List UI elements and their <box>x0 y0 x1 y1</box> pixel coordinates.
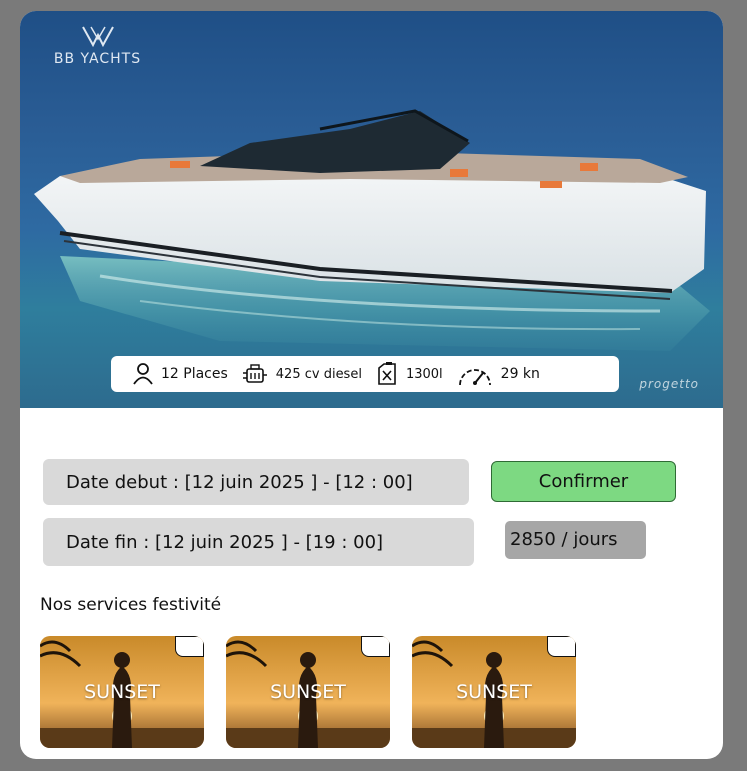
fuel-can-icon <box>378 362 396 385</box>
service-card-sunset[interactable]: SUNSET <box>40 636 204 748</box>
brand-name: BB YACHTS <box>53 51 142 67</box>
spec-speed-label: 29 kn <box>500 366 540 382</box>
person-icon <box>133 363 153 385</box>
specs-bar: 12 Places 425 cv diesel 1300l 29 kn <box>111 356 619 392</box>
spec-capacity-label: 12 Places <box>161 366 228 382</box>
service-card-sunset[interactable]: SUNSET <box>226 636 390 748</box>
spec-engine: 425 cv diesel <box>242 363 362 385</box>
watermark: progetto <box>639 377 699 391</box>
start-date-field[interactable]: Date debut : [12 juin 2025 ] - [12 : 00] <box>43 459 469 505</box>
yacht-card: BB YACHTS progetto 12 Places 425 cv dies… <box>20 11 723 759</box>
service-checkbox[interactable] <box>547 636 576 657</box>
confirm-button[interactable]: Confirmer <box>491 461 676 502</box>
engine-icon <box>242 364 267 383</box>
service-checkbox[interactable] <box>175 636 204 657</box>
speedometer-icon <box>458 369 491 386</box>
brand-mark-icon <box>81 26 114 47</box>
services-title: Nos services festivité <box>40 595 222 615</box>
yacht-photo: BB YACHTS progetto 12 Places 425 cv dies… <box>20 11 723 408</box>
spec-speed: 29 kn <box>457 361 540 387</box>
spec-engine-label: 425 cv diesel <box>275 366 362 382</box>
spec-fuel-label: 1300l <box>405 366 443 382</box>
service-card-sunset[interactable]: SUNSET <box>412 636 576 748</box>
brand-logo: BB YACHTS <box>20 25 175 67</box>
service-checkbox[interactable] <box>361 636 390 657</box>
end-date-field[interactable]: Date fin : [12 juin 2025 ] - [19 : 00] <box>43 518 474 566</box>
yacht-scene <box>34 109 710 351</box>
price-per-day: 2850 / jours <box>505 521 646 559</box>
spec-fuel: 1300l <box>376 362 443 386</box>
spec-capacity: 12 Places <box>133 363 228 385</box>
